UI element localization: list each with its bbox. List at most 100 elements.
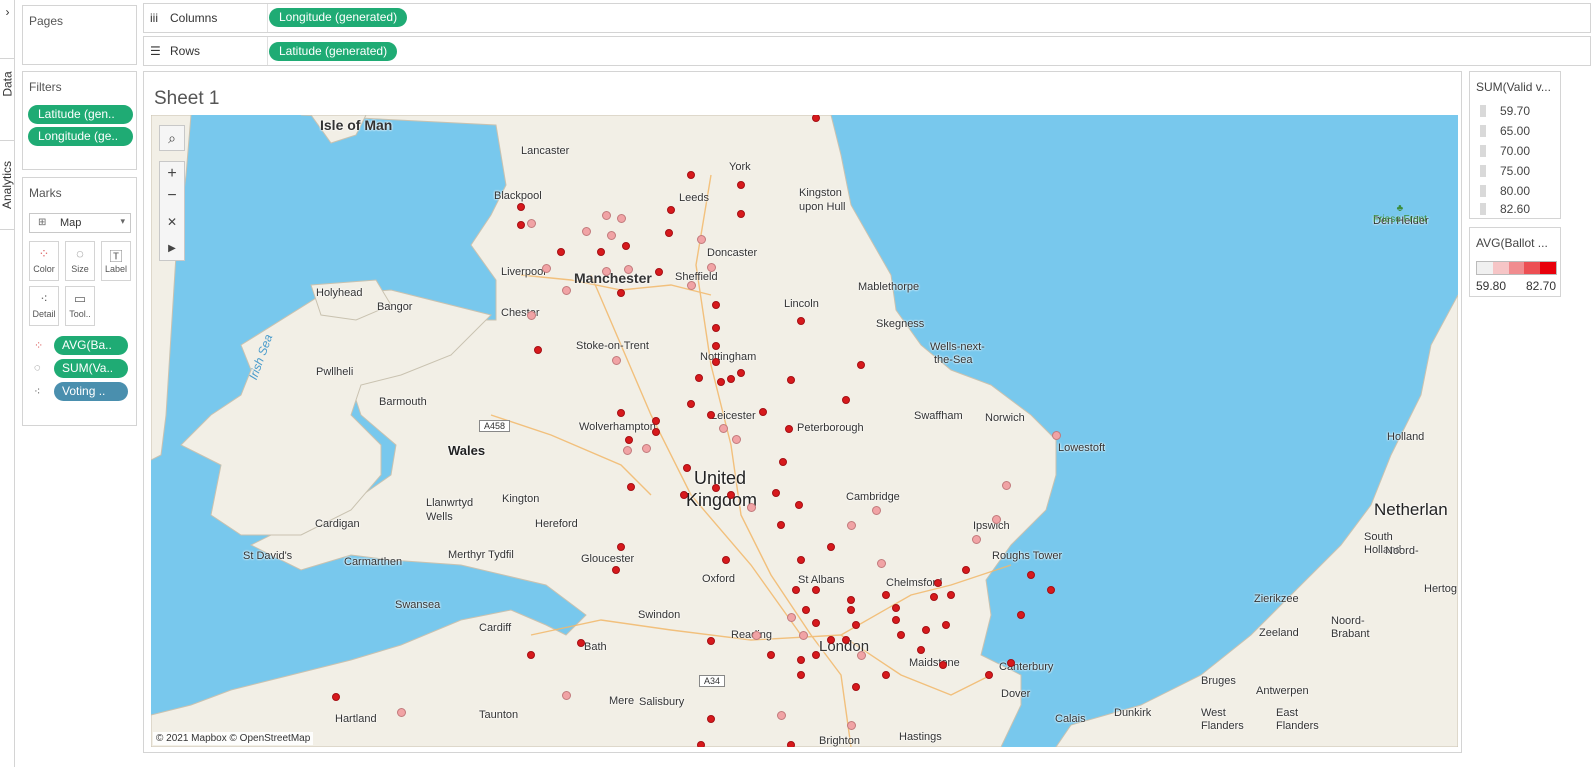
data-point-marker[interactable] — [687, 171, 695, 179]
data-point-marker[interactable] — [718, 423, 728, 433]
data-point-marker[interactable] — [561, 690, 571, 700]
data-point-marker[interactable] — [1007, 659, 1015, 667]
data-point-marker[interactable] — [934, 579, 942, 587]
data-point-marker[interactable] — [797, 671, 805, 679]
data-point-marker[interactable] — [577, 639, 585, 647]
rows-shelf[interactable]: ☰ Rows Latitude (generated) — [143, 36, 1591, 66]
expand-chevron-icon[interactable]: › — [0, 0, 15, 24]
columns-shelf[interactable]: iii Columns Longitude (generated) — [143, 3, 1591, 33]
data-point-marker[interactable] — [785, 425, 793, 433]
data-point-marker[interactable] — [846, 720, 856, 730]
color-legend[interactable]: AVG(Ballot ... 59.80 82.70 — [1469, 227, 1561, 297]
detail-button[interactable]: ⁖ Detail — [29, 286, 59, 326]
data-point-marker[interactable] — [922, 626, 930, 634]
data-point-marker[interactable] — [601, 210, 611, 220]
data-point-marker[interactable] — [971, 534, 981, 544]
data-point-marker[interactable] — [686, 280, 696, 290]
data-point-marker[interactable] — [797, 317, 805, 325]
data-point-marker[interactable] — [787, 376, 795, 384]
data-point-marker[interactable] — [852, 683, 860, 691]
data-point-marker[interactable] — [527, 651, 535, 659]
data-point-marker[interactable] — [680, 491, 688, 499]
data-point-marker[interactable] — [727, 491, 735, 499]
data-point-marker[interactable] — [332, 693, 340, 701]
data-point-marker[interactable] — [842, 636, 850, 644]
data-point-marker[interactable] — [852, 621, 860, 629]
data-point-marker[interactable] — [856, 650, 866, 660]
zoom-in-button[interactable]: + — [160, 162, 184, 186]
data-point-marker[interactable] — [942, 621, 950, 629]
data-point-marker[interactable] — [776, 710, 786, 720]
data-point-marker[interactable] — [606, 230, 616, 240]
data-point-marker[interactable] — [561, 285, 571, 295]
data-point-marker[interactable] — [897, 631, 905, 639]
data-point-marker[interactable] — [787, 741, 795, 747]
data-point-marker[interactable] — [767, 651, 775, 659]
data-point-marker[interactable] — [622, 445, 632, 455]
data-point-marker[interactable] — [827, 543, 835, 551]
tab-data[interactable]: Data — [0, 58, 15, 108]
data-point-marker[interactable] — [712, 301, 720, 309]
map-view[interactable]: ⌕ + − ✕ ▶ Isle of Man Lancaster York Kingst… — [151, 115, 1458, 747]
data-point-marker[interactable] — [857, 361, 865, 369]
data-point-marker[interactable] — [892, 604, 900, 612]
data-point-marker[interactable] — [517, 221, 525, 229]
data-point-marker[interactable] — [737, 181, 745, 189]
data-point-marker[interactable] — [772, 489, 780, 497]
data-point-marker[interactable] — [541, 263, 551, 273]
data-point-marker[interactable] — [717, 378, 725, 386]
mark-type-select[interactable]: ⊞ Map ▾ — [29, 213, 131, 233]
columns-pill-longitude[interactable]: Longitude (generated) — [269, 8, 408, 27]
data-point-marker[interactable] — [707, 637, 715, 645]
data-point-marker[interactable] — [712, 342, 720, 350]
data-point-marker[interactable] — [882, 591, 890, 599]
data-point-marker[interactable] — [695, 374, 703, 382]
data-point-marker[interactable] — [985, 671, 993, 679]
data-point-marker[interactable] — [842, 396, 850, 404]
data-point-marker[interactable] — [751, 630, 761, 640]
data-point-marker[interactable] — [797, 556, 805, 564]
data-point-marker[interactable] — [526, 218, 536, 228]
data-point-marker[interactable] — [847, 596, 855, 604]
data-point-marker[interactable] — [557, 248, 565, 256]
marks-field-sum-valid[interactable]: SUM(Va.. — [54, 359, 128, 378]
label-button[interactable]: 🅃 Label — [101, 241, 131, 281]
data-point-marker[interactable] — [1027, 571, 1035, 579]
data-point-marker[interactable] — [731, 434, 741, 444]
data-point-marker[interactable] — [847, 606, 855, 614]
expand-toolbar-icon[interactable]: ▶ — [160, 236, 184, 262]
data-point-marker[interactable] — [707, 715, 715, 723]
data-point-marker[interactable] — [712, 324, 720, 332]
data-point-marker[interactable] — [795, 501, 803, 509]
data-point-marker[interactable] — [655, 268, 663, 276]
data-point-marker[interactable] — [616, 213, 626, 223]
data-point-marker[interactable] — [779, 458, 787, 466]
data-point-marker[interactable] — [962, 566, 970, 574]
data-point-marker[interactable] — [665, 229, 673, 237]
data-point-marker[interactable] — [737, 210, 745, 218]
data-point-marker[interactable] — [617, 543, 625, 551]
data-point-marker[interactable] — [947, 591, 955, 599]
size-legend[interactable]: SUM(Valid v... 59.70 65.00 70.00 75.00 8… — [1469, 71, 1561, 219]
data-point-marker[interactable] — [687, 400, 695, 408]
data-point-marker[interactable] — [812, 619, 820, 627]
pages-panel[interactable]: Pages — [22, 5, 137, 65]
rows-pill-latitude[interactable]: Latitude (generated) — [269, 42, 398, 61]
marks-field-avg-ballot[interactable]: AVG(Ba.. — [54, 336, 128, 355]
data-point-marker[interactable] — [396, 707, 406, 717]
size-button[interactable]: ◌ Size — [65, 241, 95, 281]
data-point-marker[interactable] — [641, 443, 651, 453]
data-point-marker[interactable] — [812, 651, 820, 659]
data-point-marker[interactable] — [526, 310, 536, 320]
data-point-marker[interactable] — [612, 566, 620, 574]
data-point-marker[interactable] — [627, 483, 635, 491]
data-point-marker[interactable] — [517, 203, 525, 211]
data-point-marker[interactable] — [652, 417, 660, 425]
data-point-marker[interactable] — [777, 521, 785, 529]
marks-field-voting[interactable]: Voting .. — [54, 382, 128, 401]
filter-pill-longitude[interactable]: Longitude (ge.. — [28, 127, 133, 146]
data-point-marker[interactable] — [597, 248, 605, 256]
data-point-marker[interactable] — [1051, 430, 1061, 440]
data-point-marker[interactable] — [802, 606, 810, 614]
data-point-marker[interactable] — [534, 346, 542, 354]
